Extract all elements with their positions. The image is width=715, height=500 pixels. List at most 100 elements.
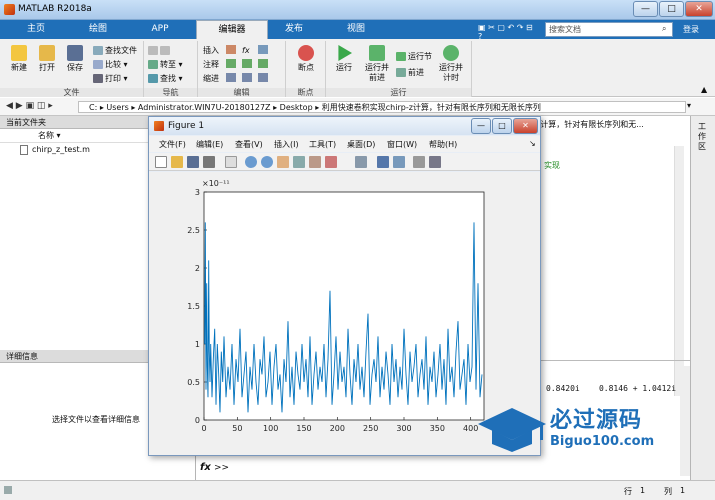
menu-view[interactable]: 查看(V)	[235, 139, 263, 150]
workspace-strip: 工作区	[690, 116, 715, 500]
close-button[interactable]: ✕	[685, 1, 713, 17]
smart-indent-icon[interactable]	[226, 73, 236, 82]
link-plot-icon[interactable]	[355, 156, 367, 168]
menu-edit[interactable]: 编辑(E)	[196, 139, 223, 150]
figure-title: Figure 1	[168, 121, 205, 131]
run-and-time-button[interactable]: 运行并 计时	[434, 45, 468, 83]
insert-button[interactable]: 插入	[203, 45, 219, 56]
print-figure-icon[interactable]	[203, 156, 215, 168]
insert-function-icon[interactable]	[258, 45, 268, 54]
figure-close-button[interactable]: ✕	[513, 118, 538, 134]
editor-scrollbar[interactable]	[674, 146, 684, 396]
fx-icon[interactable]: fx	[200, 462, 211, 473]
path-segment[interactable]: Desktop	[280, 103, 313, 112]
show-plot-tools-icon[interactable]	[429, 156, 441, 168]
back-forward-buttons[interactable]	[148, 45, 172, 56]
workspace-tab[interactable]: 工作区	[698, 122, 708, 152]
search-documentation-input[interactable]: 搜索文档	[545, 22, 673, 37]
menu-dock-icon[interactable]: ↘	[529, 139, 536, 148]
editor-tab[interactable]: z计算，针对有限长序列和无...	[536, 119, 676, 130]
uncomment-icon[interactable]	[242, 59, 252, 68]
zoom-out-icon[interactable]	[261, 156, 273, 168]
tab-home[interactable]: 主页	[0, 20, 72, 39]
menu-insert[interactable]: 插入(I)	[274, 139, 299, 150]
rotate-icon[interactable]	[293, 156, 305, 168]
maximize-button[interactable]: □	[659, 1, 684, 17]
colorbar-icon[interactable]	[377, 156, 389, 168]
data-cursor-icon[interactable]	[309, 156, 321, 168]
figure-maximize-button[interactable]: □	[492, 118, 512, 134]
tab-publish[interactable]: 发布	[268, 20, 320, 39]
menu-tools[interactable]: 工具(T)	[309, 139, 336, 150]
tab-apps[interactable]: APP	[124, 20, 196, 39]
file-group: 新建 打开 保存 查找文件 比较 ▾ 打印 ▾ 文件	[0, 41, 144, 97]
x-tick-label: 100	[263, 424, 278, 433]
quick-access-toolbar[interactable]: ▣ ✂ ▢ ↶ ↷ ⊟ ?	[478, 23, 538, 41]
path-segment[interactable]: Administrator.WIN7U-20180127Z	[138, 103, 271, 112]
legend-icon[interactable]	[393, 156, 405, 168]
open-button[interactable]: 打开	[34, 45, 60, 73]
advance-button[interactable]: 前进	[396, 67, 424, 78]
breakpoint-icon	[298, 45, 314, 61]
advance-icon	[396, 68, 406, 77]
insert-section-icon[interactable]	[226, 45, 236, 54]
col-value: 1	[680, 486, 686, 495]
path-segment[interactable]: 利用快速卷积实现chirp-z计算，针对有限长序列和无限长序列	[322, 103, 541, 112]
minimize-button[interactable]: —	[633, 1, 658, 17]
find-button[interactable]: 查找 ▾	[148, 73, 183, 84]
path-segment[interactable]: Users	[106, 103, 128, 112]
command-scrollbar[interactable]	[680, 366, 690, 476]
collapse-ribbon-icon[interactable]: ▲	[701, 85, 707, 94]
x-tick-label: 350	[430, 424, 445, 433]
figure-minimize-button[interactable]: —	[471, 118, 491, 134]
run-button[interactable]: 运行	[330, 45, 358, 73]
wrap-comment-icon[interactable]	[258, 59, 268, 68]
goto-button[interactable]: 转至 ▾	[148, 59, 183, 70]
edit-plot-icon[interactable]	[225, 156, 237, 168]
tab-editor[interactable]: 编辑器	[196, 20, 268, 39]
command-prompt[interactable]: >>	[214, 463, 229, 473]
zoom-in-icon[interactable]	[245, 156, 257, 168]
search-icon[interactable]: ⌕	[662, 24, 666, 34]
tab-plots[interactable]: 绘图	[72, 20, 124, 39]
save-figure-icon[interactable]	[187, 156, 199, 168]
run-time-icon	[443, 45, 459, 61]
menu-help[interactable]: 帮助(H)	[429, 139, 457, 150]
navigate-group: 转至 ▾ 查找 ▾ 导航	[144, 41, 198, 97]
x-tick-label: 250	[363, 424, 378, 433]
run-advance-button[interactable]: 运行并 前进	[360, 45, 394, 83]
path-dropdown-icon[interactable]: ▾	[687, 101, 691, 110]
new-figure-icon[interactable]	[155, 156, 167, 168]
increase-indent-icon[interactable]	[242, 73, 252, 82]
nav-buttons[interactable]: ◀ ▶ ▣ ◫ ▸	[6, 101, 53, 111]
open-file-icon[interactable]	[171, 156, 183, 168]
edit-icon-grid[interactable]	[226, 45, 282, 85]
breakpoint-button[interactable]: 断点	[292, 45, 320, 73]
pan-icon[interactable]	[277, 156, 289, 168]
run-group-label: 运行	[326, 88, 471, 97]
comment-button[interactable]: 注释	[203, 59, 219, 70]
address-bar: ◀ ▶ ▣ ◫ ▸ C: ▸ Users ▸ Administrator.WIN…	[0, 98, 715, 116]
brush-icon[interactable]	[325, 156, 337, 168]
save-icon	[67, 45, 83, 61]
login-link[interactable]: 登录	[683, 24, 699, 35]
edit-group: 插入 注释 缩进 fx 编辑	[198, 41, 286, 97]
path-field[interactable]: C: ▸ Users ▸ Administrator.WIN7U-2018012…	[78, 101, 686, 113]
print-button[interactable]: 打印 ▾	[93, 73, 128, 84]
path-segment[interactable]: C:	[89, 103, 97, 112]
tab-view[interactable]: 视图	[320, 20, 392, 39]
compare-button[interactable]: 比较 ▾	[93, 59, 128, 70]
command-output: 0.8420i 0.8146 + 1.0412i	[546, 384, 677, 393]
find-files-button[interactable]: 查找文件	[93, 45, 137, 56]
menu-desktop[interactable]: 桌面(D)	[347, 139, 375, 150]
decrease-indent-icon[interactable]	[258, 73, 268, 82]
new-button[interactable]: 新建	[6, 45, 32, 73]
indent-button[interactable]: 缩进	[203, 73, 219, 84]
menu-window[interactable]: 窗口(W)	[387, 139, 417, 150]
run-section-button[interactable]: 运行节	[396, 51, 432, 62]
navigate-group-label: 导航	[144, 88, 197, 97]
comment-icon[interactable]	[226, 59, 236, 68]
save-button[interactable]: 保存	[62, 45, 88, 73]
menu-file[interactable]: 文件(F)	[159, 139, 186, 150]
hide-plot-tools-icon[interactable]	[413, 156, 425, 168]
